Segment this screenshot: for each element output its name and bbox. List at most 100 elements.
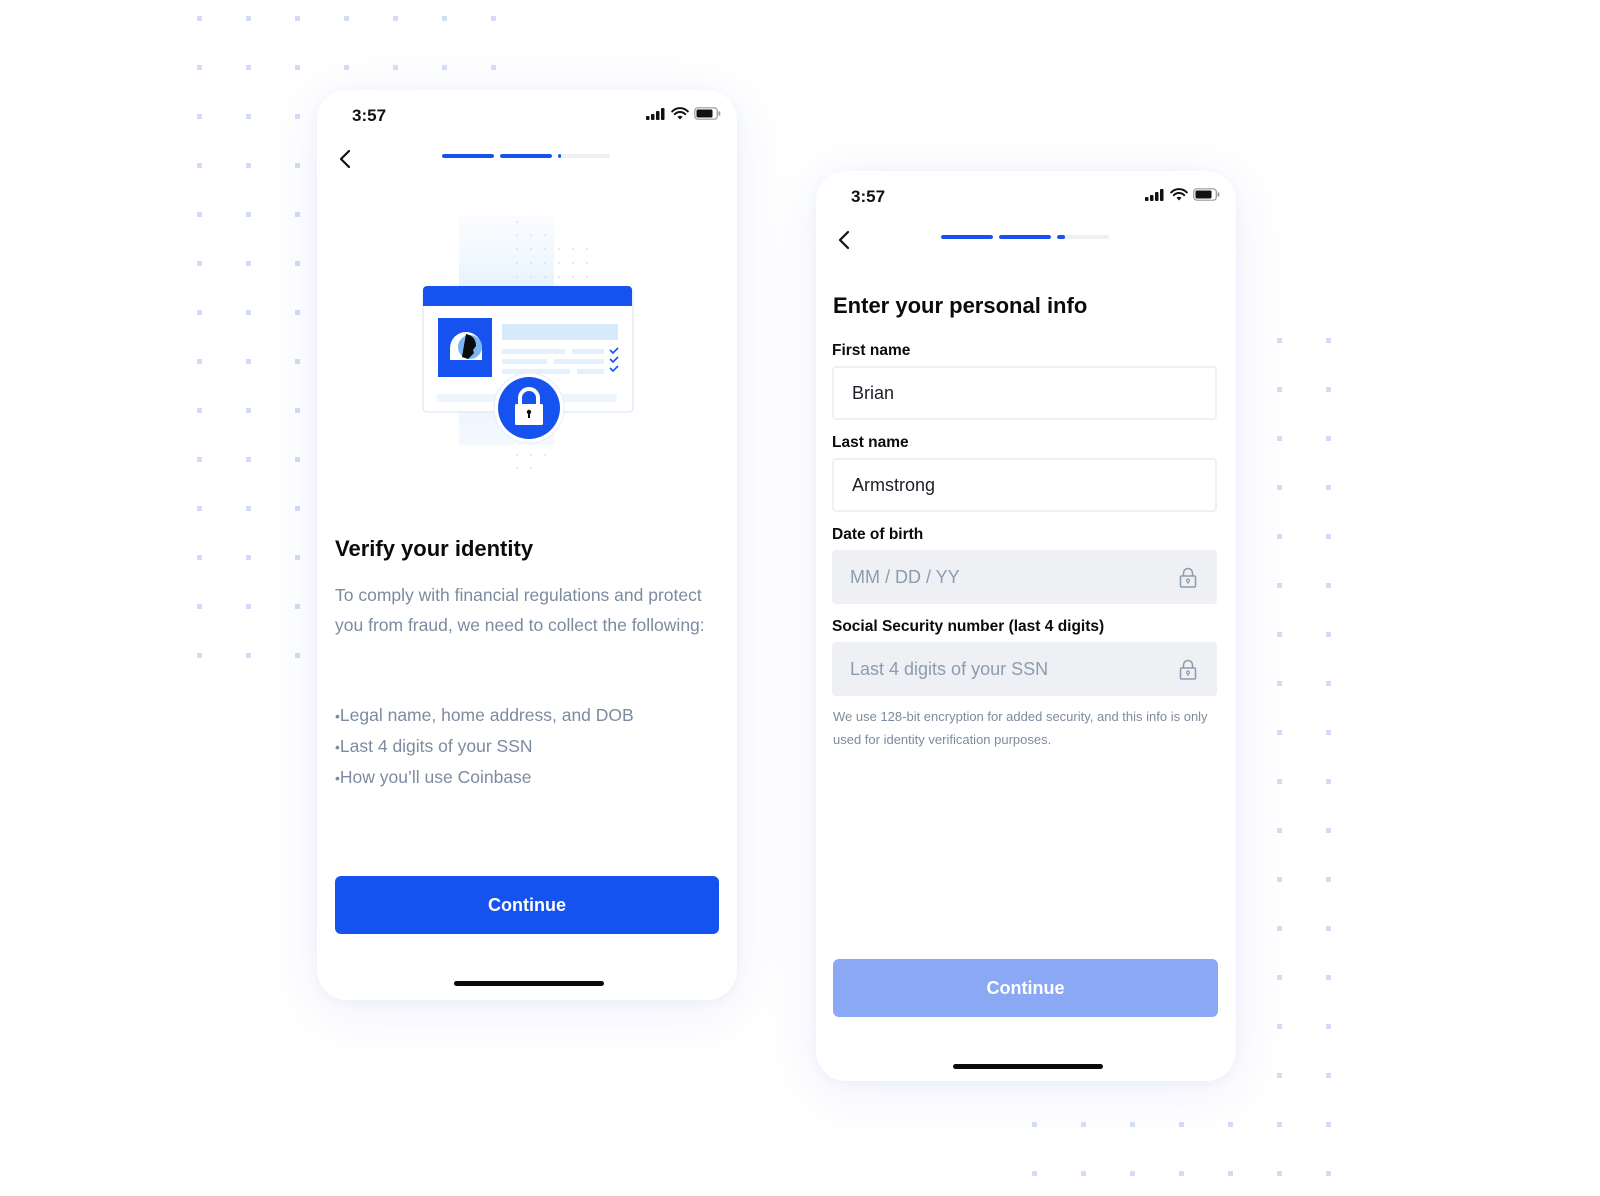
background-dot [1277, 1171, 1282, 1176]
background-dot [197, 114, 202, 119]
background-dot [1032, 1171, 1037, 1176]
background-dot [197, 359, 202, 364]
lock-icon [1179, 567, 1197, 588]
background-dot [1326, 534, 1331, 539]
first-name-input[interactable]: Brian [832, 366, 1217, 420]
dob-input[interactable]: MM / DD / YY [832, 550, 1217, 604]
continue-button[interactable]: Continue [335, 876, 719, 934]
background-dot [1326, 387, 1331, 392]
ssn-input[interactable]: Last 4 digits of your SSN [832, 642, 1217, 696]
first-name-value: Brian [852, 382, 895, 403]
background-dot [1277, 387, 1282, 392]
background-dot [1326, 436, 1331, 441]
signal-icon [646, 107, 665, 120]
background-dot [197, 506, 202, 511]
background-dot [197, 604, 202, 609]
background-dot [442, 16, 447, 21]
back-button[interactable] [834, 229, 856, 251]
status-bar-icons [646, 107, 721, 120]
home-indicator [454, 981, 604, 986]
personal-info-screen: 3:57 Enter your personal info First name… [816, 171, 1236, 1081]
status-time: 3:57 [352, 106, 387, 125]
background-dot [197, 653, 202, 658]
background-dot [197, 555, 202, 560]
background-dot [295, 506, 300, 511]
background-dot [197, 310, 202, 315]
progress-fill [999, 235, 1051, 239]
background-dot [1277, 1073, 1282, 1078]
background-dot [246, 163, 251, 168]
back-button[interactable] [335, 148, 357, 170]
background-dot [295, 653, 300, 658]
id-card-lock-illustration [417, 210, 657, 480]
background-dot [1326, 1171, 1331, 1176]
background-dot [295, 261, 300, 266]
wifi-icon [671, 107, 689, 120]
wifi-icon [1170, 188, 1188, 201]
background-dot [1326, 1073, 1331, 1078]
background-dot [1326, 730, 1331, 735]
progress-fill [1057, 235, 1065, 239]
requirements-list: Legal name, home address, and DOB Last 4… [335, 700, 634, 793]
lock-icon [1179, 659, 1197, 680]
background-dot [344, 65, 349, 70]
background-dot [1326, 583, 1331, 588]
background-dot [295, 555, 300, 560]
background-dot [1130, 1171, 1135, 1176]
verify-identity-screen: 3:57 Verify your identity To comply with… [317, 90, 737, 1000]
background-dot [295, 65, 300, 70]
background-dot [393, 65, 398, 70]
progress-segment [558, 154, 610, 158]
progress-segment [1057, 235, 1109, 239]
background-dot [295, 604, 300, 609]
background-dot [1179, 1171, 1184, 1176]
background-dot [1277, 338, 1282, 343]
background-dot [197, 212, 202, 217]
background-dot [246, 310, 251, 315]
background-dot [442, 65, 447, 70]
background-dot [1130, 1122, 1135, 1127]
progress-fill [941, 235, 993, 239]
background-dot [1326, 1024, 1331, 1029]
step-progress [442, 154, 610, 158]
background-dot [295, 163, 300, 168]
background-dot [246, 114, 251, 119]
background-dot [1326, 877, 1331, 882]
signal-icon [1145, 188, 1164, 201]
background-dot [1326, 975, 1331, 980]
status-time: 3:57 [851, 187, 886, 206]
background-dot [1326, 338, 1331, 343]
dob-label: Date of birth [832, 526, 924, 543]
status-bar-icons [1145, 188, 1220, 201]
background-dot [344, 16, 349, 21]
background-dot [1326, 485, 1331, 490]
background-dot [1326, 779, 1331, 784]
background-dot [246, 408, 251, 413]
background-dot [197, 16, 202, 21]
progress-segment [500, 154, 552, 158]
progress-segment [442, 154, 494, 158]
background-dot [1277, 1122, 1282, 1127]
background-dot [295, 408, 300, 413]
background-dot [1277, 975, 1282, 980]
background-dot [491, 16, 496, 21]
last-name-input[interactable]: Armstrong [832, 458, 1217, 512]
background-dot [295, 359, 300, 364]
continue-button[interactable]: Continue [833, 959, 1218, 1017]
background-dot [1277, 779, 1282, 784]
background-dot [393, 16, 398, 21]
background-dot [246, 604, 251, 609]
background-dot [1326, 828, 1331, 833]
background-dot [246, 555, 251, 560]
background-dot [197, 261, 202, 266]
description-text: To comply with financial regulations and… [335, 585, 705, 635]
background-dot [246, 65, 251, 70]
background-dot [197, 408, 202, 413]
background-dot [295, 114, 300, 119]
progress-fill [442, 154, 494, 158]
background-dot [1277, 583, 1282, 588]
background-dot [246, 457, 251, 462]
background-dot [1228, 1122, 1233, 1127]
progress-fill [500, 154, 552, 158]
background-dot [1277, 534, 1282, 539]
